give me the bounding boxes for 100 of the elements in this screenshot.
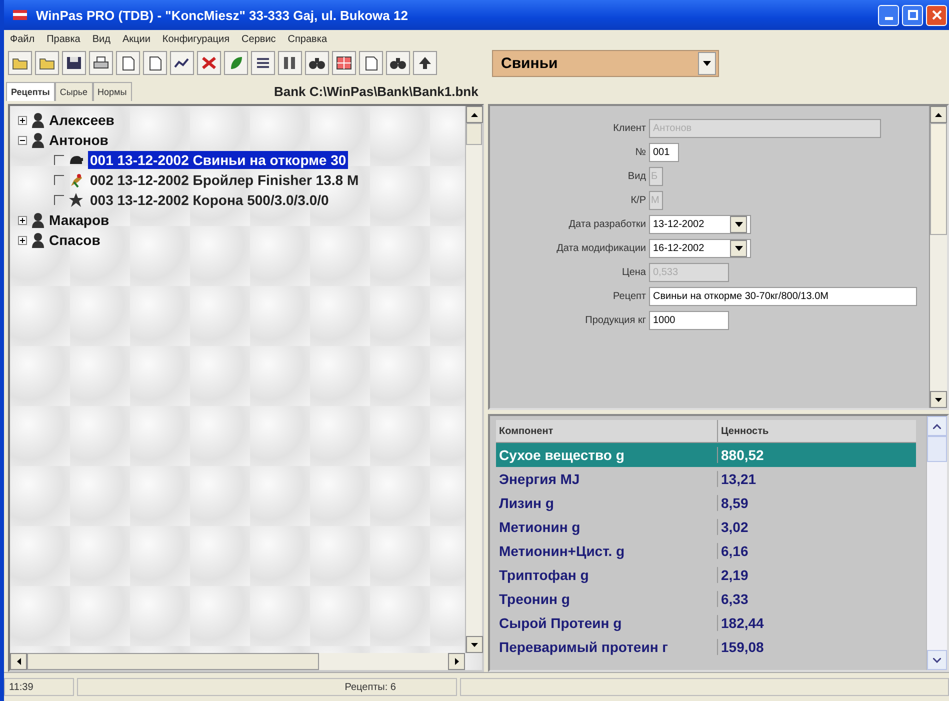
menu-item[interactable]: Сервис xyxy=(242,34,276,44)
input-field[interactable]: 13-12-2002 xyxy=(649,214,751,234)
table-cell-text: 880,52 xyxy=(720,447,764,463)
toolbar-button[interactable] xyxy=(116,51,140,75)
table-cell-text: 6,16 xyxy=(720,543,748,559)
maximize-button[interactable] xyxy=(902,4,923,26)
input-field[interactable]: 1000 xyxy=(649,310,729,330)
dropdown-arrow-icon xyxy=(734,222,742,226)
table-row[interactable]: Метионин+Цист. g 6,16 xyxy=(496,539,916,563)
toolbar-button[interactable] xyxy=(8,51,32,75)
toolbar-button[interactable] xyxy=(359,51,383,75)
field-label: Дата модификации xyxy=(556,242,646,254)
close-button[interactable] xyxy=(926,4,947,26)
recipe-checkbox[interactable] xyxy=(54,155,64,165)
recipe-node[interactable]: 003 13-12-2002 Корона 500/3.0/3.0/0 xyxy=(88,191,331,209)
scroll-up-icon xyxy=(935,112,942,116)
vertical-scrollbar[interactable] xyxy=(465,106,482,653)
table-row[interactable]: Лизин g 8,59 xyxy=(496,491,916,515)
scroll-thumb[interactable] xyxy=(930,123,947,235)
table-row[interactable]: Энергия MJ 13,21 xyxy=(496,467,916,491)
minimize-button[interactable] xyxy=(878,4,899,26)
toolbar-button[interactable] xyxy=(332,51,356,75)
table-cell-text: 3,02 xyxy=(720,519,748,535)
table-row[interactable]: Сухое вещество g 880,52 xyxy=(496,443,916,467)
arrow-up-icon xyxy=(416,55,434,71)
expand-toggle[interactable] xyxy=(18,136,27,144)
tab[interactable]: Рецепты xyxy=(6,82,55,100)
person-icon xyxy=(31,232,45,248)
recipe-checkbox[interactable] xyxy=(54,195,64,205)
toolbar-button[interactable] xyxy=(170,51,194,75)
tab[interactable]: Сырье xyxy=(54,82,93,100)
dropdown-arrow-icon xyxy=(734,246,742,250)
table-row[interactable]: Треонин g 6,33 xyxy=(496,587,916,611)
recipe-node[interactable]: 002 13-12-2002 Бройлер Finisher 13.8 M xyxy=(88,171,361,189)
tab[interactable]: Нормы xyxy=(92,82,132,100)
table-cell: Сухое вещество g xyxy=(496,447,718,463)
field-label: Клиент xyxy=(612,122,646,134)
menu-item[interactable]: Правка xyxy=(46,34,80,44)
field-label: Вид xyxy=(626,170,646,182)
species-dropdown[interactable]: Свиньи xyxy=(492,50,719,76)
print-icon xyxy=(92,55,110,71)
field-label: Цена xyxy=(620,266,646,278)
table-cell: Переваримый протеин г xyxy=(496,639,718,655)
toolbar-button[interactable] xyxy=(35,51,59,75)
table-cell: Сырой Протеин g xyxy=(496,615,718,631)
column-header[interactable]: Ценность xyxy=(718,420,769,442)
table-row[interactable]: Метионин g 3,02 xyxy=(496,515,916,539)
person-icon xyxy=(31,112,45,128)
table-row[interactable]: Переваримый протеин г 159,08 xyxy=(496,635,916,659)
toolbar-button[interactable] xyxy=(413,51,437,75)
toolbar-button[interactable] xyxy=(251,51,275,75)
input-field[interactable]: 001 xyxy=(649,142,679,162)
vertical-scrollbar[interactable] xyxy=(926,416,947,670)
toolbar-button[interactable] xyxy=(143,51,167,75)
input-field[interactable]: Свиньи на откорме 30-70кг/800/13.0М xyxy=(649,286,917,306)
scroll-thumb[interactable] xyxy=(927,436,947,462)
recipe-checkbox[interactable] xyxy=(54,175,64,185)
field-label: К/Р xyxy=(630,194,646,206)
horizontal-scrollbar[interactable] xyxy=(10,653,465,670)
expand-toggle[interactable] xyxy=(18,236,27,244)
table-cell: Триптофан g xyxy=(496,567,718,583)
toolbar-button[interactable] xyxy=(197,51,221,75)
menu-item[interactable]: Файл xyxy=(10,34,35,44)
toolbar-button[interactable] xyxy=(305,51,329,75)
menu-item[interactable]: Конфигурация xyxy=(162,34,230,44)
table-cell: Метионин g xyxy=(496,519,718,535)
table-row[interactable]: Триптофан g 2,19 xyxy=(496,563,916,587)
window-title: WinPas PRO (TDB) - "KoncMiesz" 33-333 Gaj, ul. Bukowa 12 xyxy=(36,8,408,22)
scroll-down-icon xyxy=(933,658,941,662)
field-label: № xyxy=(634,146,646,158)
expand-toggle[interactable] xyxy=(18,216,27,224)
menu-item[interactable]: Вид xyxy=(92,34,110,44)
table-cell-text: 2,19 xyxy=(720,567,748,583)
dropdown-arrow-icon xyxy=(703,60,711,66)
close-icon xyxy=(932,10,942,20)
menu-item[interactable]: Справка xyxy=(288,34,328,44)
toolbar-button[interactable] xyxy=(62,51,86,75)
input-field[interactable]: 16-12-2002 xyxy=(649,238,751,258)
client-node[interactable]: Спасов xyxy=(49,232,100,248)
client-node[interactable]: Макаров xyxy=(49,212,110,228)
scroll-thumb[interactable] xyxy=(27,653,319,670)
menu-item[interactable]: Акции xyxy=(122,34,150,44)
toolbar-button[interactable] xyxy=(386,51,410,75)
table-row[interactable]: Сырой Протеин g 182,44 xyxy=(496,611,916,635)
client-node[interactable]: Антонов xyxy=(49,132,108,148)
table-cell-text: 13,21 xyxy=(720,471,756,487)
vertical-scrollbar[interactable] xyxy=(929,106,947,408)
toolbar-button[interactable] xyxy=(278,51,302,75)
star-icon xyxy=(68,192,84,208)
cross-icon xyxy=(200,55,218,71)
client-node[interactable]: Алексеев xyxy=(49,112,114,128)
binoculars-icon xyxy=(389,55,407,71)
scroll-thumb[interactable] xyxy=(466,123,482,145)
recipe-node[interactable]: 001 13-12-2002 Свиньи на откорме 30 xyxy=(88,151,348,169)
scroll-right-icon xyxy=(454,658,458,665)
scroll-up-icon xyxy=(933,424,941,428)
expand-toggle[interactable] xyxy=(18,116,27,124)
toolbar-button[interactable] xyxy=(89,51,113,75)
table-cell: Лизин g xyxy=(496,495,718,511)
column-header[interactable]: Компонент xyxy=(496,420,718,442)
